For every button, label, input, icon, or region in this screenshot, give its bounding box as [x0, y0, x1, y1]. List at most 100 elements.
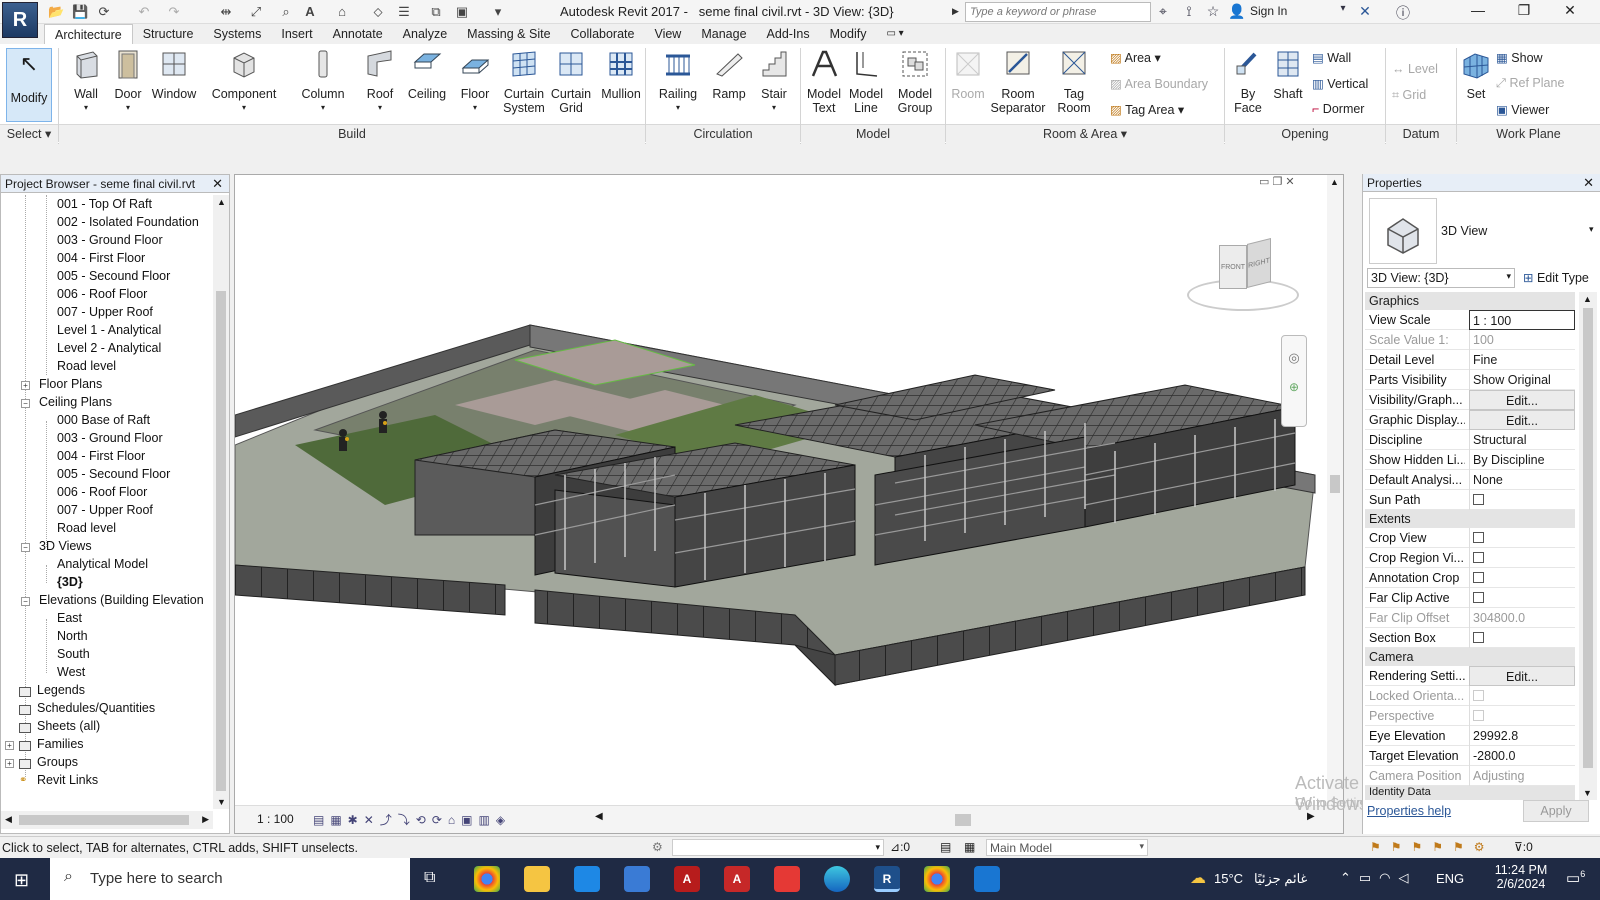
notification-icon[interactable]: ▭6 [1566, 869, 1585, 887]
store-icon[interactable] [624, 866, 650, 892]
tab-insert[interactable]: Insert [271, 24, 322, 44]
vertical-opening-button[interactable]: ▥ Vertical [1312, 76, 1368, 91]
tree-item-3d-views[interactable]: 3D Views [39, 539, 92, 553]
dimension-icon[interactable]: ⤢ [248, 4, 264, 20]
viewcube-right-face[interactable]: RIGHT [1247, 238, 1271, 288]
system-tray-icons[interactable]: ⌃▭◠◁ [1340, 870, 1417, 886]
group-identity-data[interactable]: Identity Data [1365, 786, 1575, 800]
customize-qat-icon[interactable]: ▾ [490, 4, 506, 20]
tree-item-schedules[interactable]: Schedules/Quantities [37, 701, 155, 715]
help-search-input[interactable]: Type a keyword or phrase [965, 2, 1151, 22]
collapse-icon[interactable]: − [21, 543, 30, 552]
modify-button[interactable]: ↖ Modify [6, 48, 52, 122]
tree-item-view[interactable]: 000 Base of Raft [57, 413, 150, 427]
tree-item-view[interactable]: Level 1 - Analytical [57, 323, 161, 337]
file-explorer-icon[interactable] [524, 866, 550, 892]
sign-in-dropdown-icon[interactable]: ▾ [1334, 3, 1352, 14]
property-row[interactable]: Show Hidden Li... By Discipline [1365, 450, 1575, 470]
scroll-up-icon[interactable]: ▲ [217, 197, 226, 207]
tree-item-legends[interactable]: Legends [37, 683, 85, 697]
clock[interactable]: 11:24 PM 2/6/2024 [1486, 863, 1556, 891]
model-line-button[interactable]: Model Line [846, 48, 886, 115]
task-view-icon[interactable]: ⧉ [424, 869, 435, 887]
sync-icon[interactable]: ⟳ [96, 4, 112, 20]
tree-item-view[interactable]: 005 - Secound Floor [57, 269, 170, 283]
tree-item-view[interactable]: 007 - Upper Roof [57, 305, 153, 319]
tree-item-view[interactable]: Level 2 - Analytical [57, 341, 161, 355]
expand-icon[interactable]: + [5, 759, 14, 768]
group-graphics[interactable]: Graphics [1365, 292, 1575, 310]
property-row[interactable]: Eye Elevation 29992.8 [1365, 726, 1575, 746]
opera-icon[interactable] [774, 866, 800, 892]
scroll-left-icon[interactable]: ◀ [5, 814, 12, 825]
weather-temp[interactable]: 15°C [1214, 871, 1243, 886]
tag-icon[interactable]: ⌕ [278, 4, 294, 20]
column-button[interactable]: Column ▾ [296, 48, 350, 115]
scrollbar-thumb[interactable] [1583, 308, 1593, 768]
tree-item-groups[interactable]: Groups [37, 755, 78, 769]
expand-icon[interactable]: + [21, 381, 30, 390]
section-box-checkbox[interactable] [1473, 632, 1484, 643]
sign-in-button[interactable]: Sign In [1250, 4, 1287, 18]
tab-structure[interactable]: Structure [133, 24, 204, 44]
close-icon[interactable]: ✕ [1583, 175, 1594, 191]
group-extents[interactable]: Extents [1365, 510, 1575, 528]
scroll-up-icon[interactable]: ▲ [1583, 294, 1592, 304]
autocad-icon[interactable]: A [674, 866, 700, 892]
tree-item-view[interactable]: 004 - First Floor [57, 251, 145, 265]
mail-icon[interactable] [574, 866, 600, 892]
annotation-crop-checkbox[interactable] [1473, 572, 1484, 583]
tag-area-button[interactable]: ▨ Tag Area ▾ [1110, 102, 1184, 117]
far-clip-checkbox[interactable] [1473, 592, 1484, 603]
tree-item-view[interactable]: North [57, 629, 88, 643]
model-text-button[interactable]: Model Text [804, 48, 844, 115]
scroll-up-icon[interactable]: ▲ [1330, 177, 1339, 187]
search-expand-icon[interactable]: ▶ [952, 6, 959, 17]
worksets-icon[interactable]: ⚙ [652, 840, 663, 854]
view-window-controls[interactable]: ▭ ❐ ✕ [1259, 175, 1295, 188]
viewcube-front-face[interactable]: FRONT [1219, 245, 1247, 289]
set-work-plane-button[interactable]: Set [1458, 48, 1494, 101]
zoom-icon[interactable]: ⊕ [1282, 380, 1306, 394]
3d-view-icon[interactable]: ⌂ [334, 4, 350, 20]
scroll-down-icon[interactable]: ▼ [217, 797, 226, 807]
room-button[interactable]: Room [948, 48, 988, 101]
tab-modify[interactable]: Modify [820, 24, 877, 44]
show-work-plane-button[interactable]: ▦ Show [1496, 50, 1543, 65]
tab-view[interactable]: View [644, 24, 691, 44]
tree-item-view[interactable]: South [57, 647, 90, 661]
property-row[interactable]: Default Analysi... None [1365, 470, 1575, 490]
sun-path-checkbox[interactable] [1473, 494, 1484, 505]
help-icon[interactable]: ⓘ [1394, 3, 1412, 23]
dormer-button[interactable]: ⌐ Dormer [1312, 102, 1364, 116]
properties-help-link[interactable]: Properties help [1367, 804, 1451, 818]
edit-type-button[interactable]: ⊞ Edit Type [1523, 270, 1589, 285]
weather-icon[interactable]: ☁ [1190, 868, 1206, 888]
horizontal-scrollbar[interactable]: ◀ ▶ [1, 811, 213, 829]
tab-massing-site[interactable]: Massing & Site [457, 24, 560, 44]
weather-description[interactable]: غائم جزئيًا [1254, 871, 1307, 887]
view-control-icons[interactable]: ▤▦✱✕⤴⤵⟲⟳⌂▣▥◈ [313, 811, 511, 828]
level-button[interactable]: ↔ Level [1392, 62, 1438, 76]
scrollbar-thumb[interactable] [19, 815, 189, 825]
ramp-button[interactable]: Ramp [706, 48, 752, 101]
scroll-left-icon[interactable]: ◀ [595, 811, 603, 822]
shaft-button[interactable]: Shaft [1268, 48, 1308, 101]
crop-region-checkbox[interactable] [1473, 552, 1484, 563]
design-option-selector[interactable]: Main Model ▾ [986, 839, 1148, 856]
tree-item-view[interactable]: Road level [57, 521, 116, 535]
steering-wheel-icon[interactable]: ◎ [1282, 350, 1306, 366]
chrome-icon[interactable] [924, 866, 950, 892]
tree-item-ceiling-plans[interactable]: Ceiling Plans [39, 395, 112, 409]
property-row[interactable]: Parts Visibility Show Original [1365, 370, 1575, 390]
open-icon[interactable]: 📂 [48, 4, 64, 20]
redo-icon[interactable]: ↷ [166, 4, 182, 20]
wall-opening-button[interactable]: ▤ Wall [1312, 50, 1351, 65]
save-icon[interactable]: 💾 [72, 4, 88, 20]
expand-icon[interactable]: + [5, 741, 14, 750]
curtain-system-button[interactable]: Curtain System [500, 48, 548, 115]
3d-view-canvas[interactable]: FRONT RIGHT ◎ ⊕ ▭ ❐ ✕ ▲ 1 : 100 ▤▦✱✕⤴⤵⟲⟳… [234, 174, 1500, 834]
crop-view-checkbox[interactable] [1473, 532, 1484, 543]
subscription-icon[interactable]: ⟟ [1180, 3, 1198, 20]
revit-taskbar-icon[interactable]: R [874, 866, 900, 892]
